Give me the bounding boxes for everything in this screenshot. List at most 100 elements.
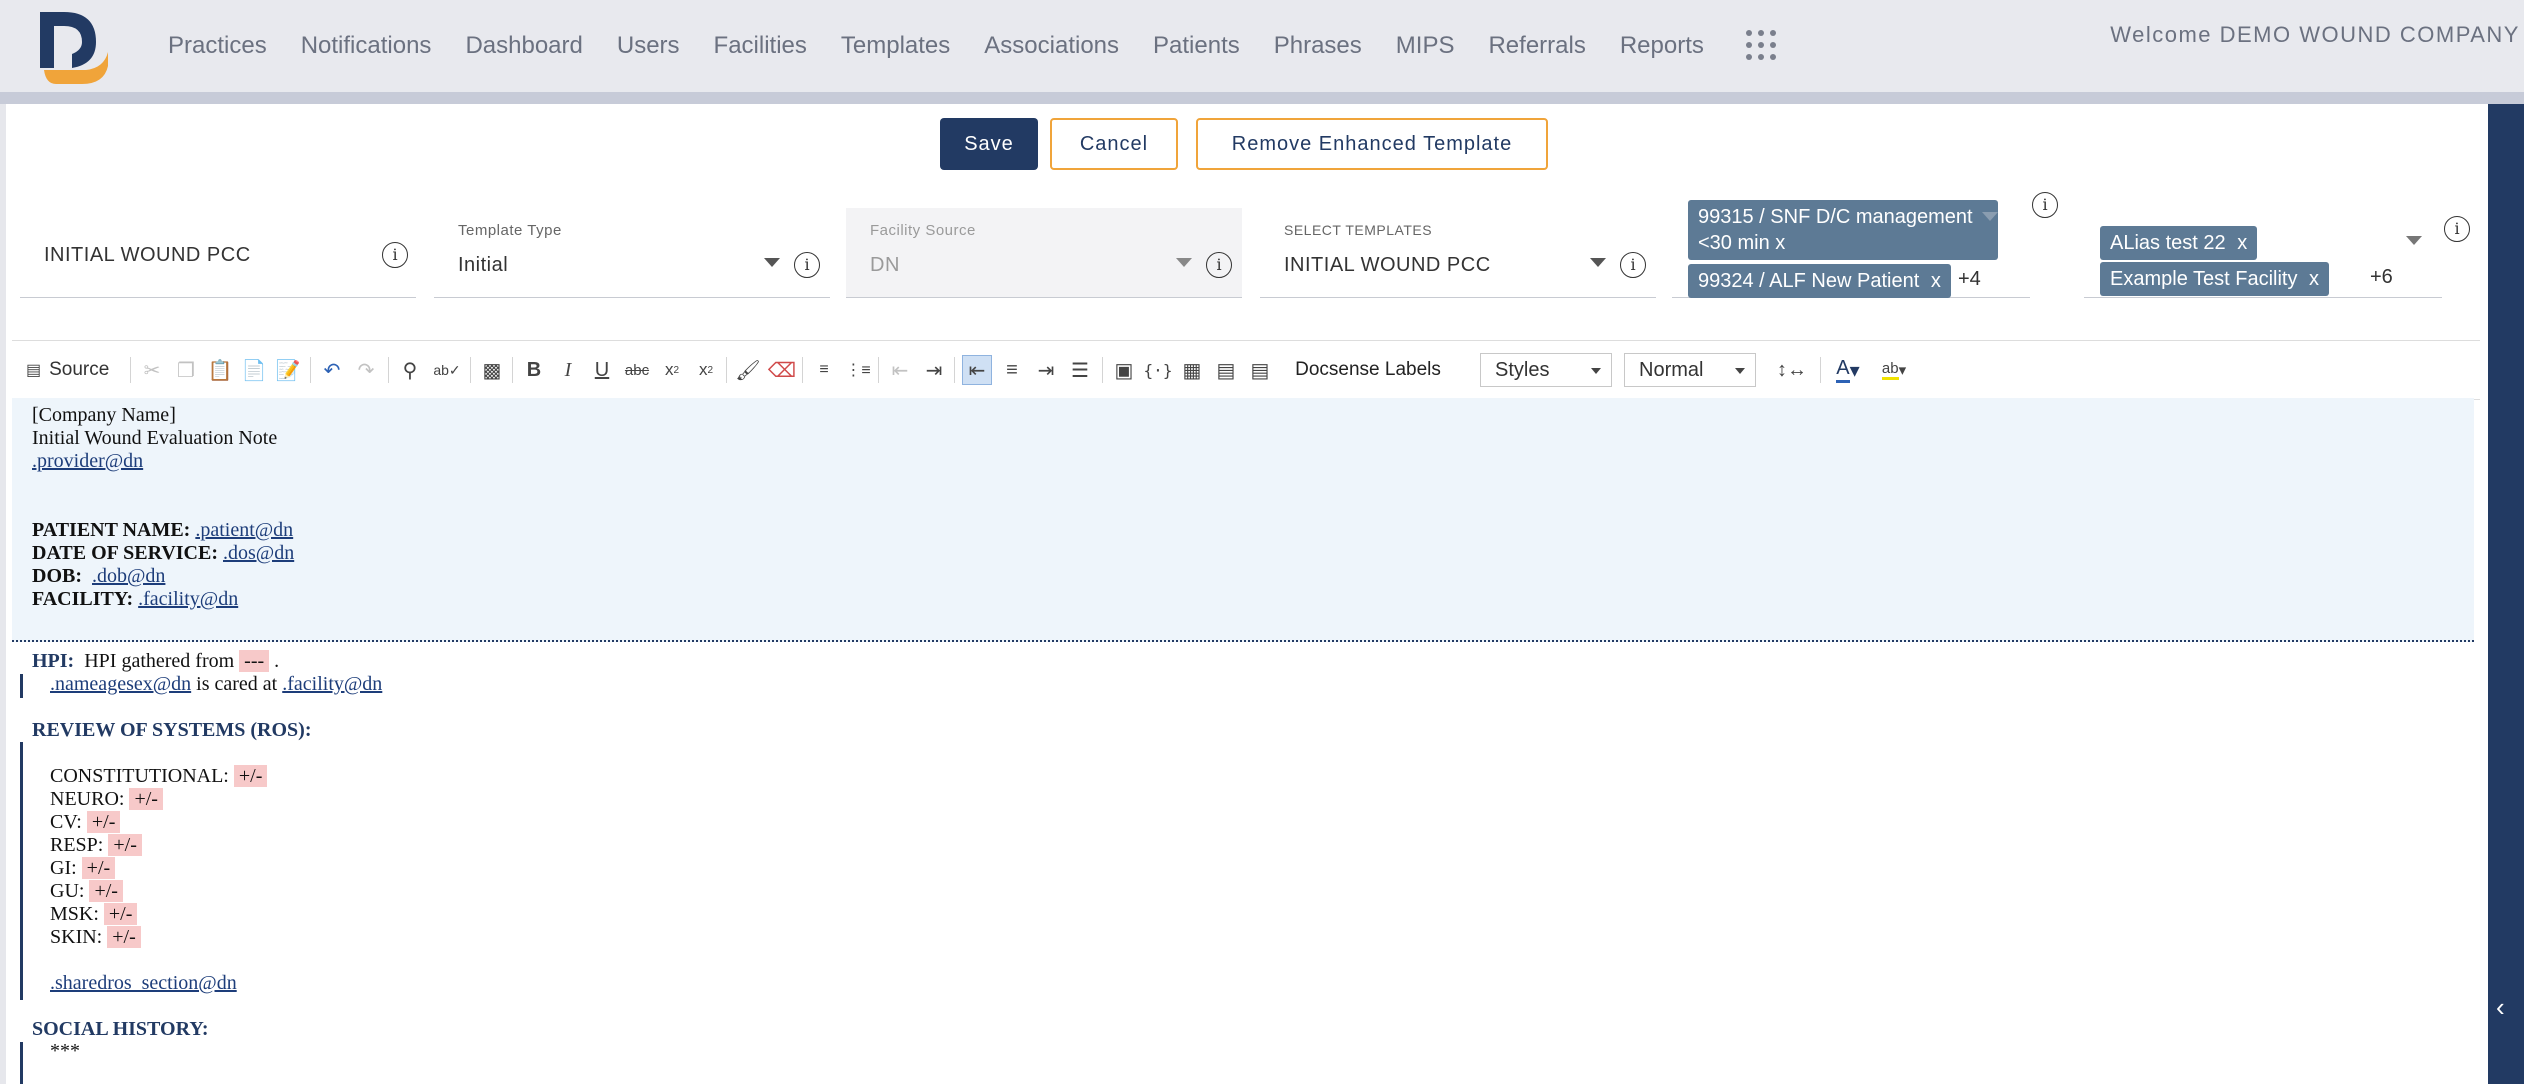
redo-icon[interactable]: ↷	[352, 355, 380, 385]
info-icon[interactable]: i	[794, 252, 820, 278]
chevron-left-icon[interactable]: ‹	[2496, 992, 2505, 1023]
info-icon[interactable]: i	[2032, 192, 2058, 218]
numbered-list-icon[interactable]: ≡	[810, 355, 838, 385]
dropdown-arrow-icon[interactable]	[1982, 212, 1998, 221]
undo-icon[interactable]: ↶	[318, 355, 346, 385]
hpi-source-placeholder[interactable]: ---	[239, 650, 270, 672]
dropdown-arrow-icon[interactable]	[2406, 236, 2422, 245]
copy-icon[interactable]: ❐	[172, 355, 200, 385]
ros-value[interactable]: +/-	[86, 811, 121, 833]
ros-value[interactable]: +/-	[129, 788, 163, 810]
info-icon[interactable]: i	[1206, 252, 1232, 278]
placeholder-icon[interactable]: {·}	[1144, 355, 1173, 385]
nameagesex-field[interactable]: .nameagesex@dn	[50, 673, 191, 695]
template-name-field[interactable]: INITIAL WOUND PCC i	[20, 208, 416, 298]
styles-dropdown[interactable]: Styles	[1480, 353, 1612, 387]
underline-icon[interactable]: U	[588, 355, 616, 385]
dos-field[interactable]: .dos@dn	[223, 542, 294, 564]
provider-field[interactable]: .provider@dn	[32, 450, 143, 473]
cut-icon[interactable]: ✂	[138, 355, 166, 385]
facility-more-count[interactable]: +6	[2370, 266, 2393, 289]
format-dropdown[interactable]: Normal	[1624, 353, 1756, 387]
cancel-button[interactable]: Cancel	[1050, 118, 1178, 170]
docsense-labels-button[interactable]: Docsense Labels	[1288, 355, 1448, 385]
ros-value[interactable]: +/-	[81, 857, 116, 879]
text-color-icon[interactable]: A ▾	[1828, 355, 1868, 385]
apps-grid-icon[interactable]	[1746, 30, 1776, 60]
nav-facilities[interactable]: Facilities	[714, 30, 807, 62]
info-icon[interactable]: i	[2444, 216, 2470, 242]
chip-remove-icon[interactable]: x	[2309, 268, 2319, 290]
image-icon[interactable]: ▣	[1110, 355, 1138, 385]
facility-chip[interactable]: ALias test 22 x	[2100, 226, 2258, 260]
facility-source-select[interactable]: Facility Source DN i	[846, 208, 1242, 298]
dropdown-arrow-icon[interactable]	[764, 258, 780, 267]
info-icon[interactable]: i	[1620, 252, 1646, 278]
remove-format-icon[interactable]: ⌫	[768, 355, 796, 385]
dropdown-arrow-icon[interactable]	[1590, 258, 1606, 267]
cpt-more-count[interactable]: +4	[1958, 268, 1981, 291]
facility-field[interactable]: .facility@dn	[138, 588, 238, 610]
ros-value[interactable]: +/-	[233, 765, 268, 787]
spellcheck-icon[interactable]: ab✓	[430, 355, 464, 385]
nav-practices[interactable]: Practices	[168, 30, 267, 62]
copy-formatting-icon[interactable]: 🖌	[734, 355, 762, 385]
table-icon[interactable]: ▦	[1178, 355, 1206, 385]
superscript-icon[interactable]: x2	[692, 355, 720, 385]
chip-remove-icon[interactable]: x	[1775, 232, 1785, 254]
ros-value[interactable]: +/-	[103, 903, 138, 925]
nav-mips[interactable]: MIPS	[1396, 30, 1455, 62]
company-logo[interactable]	[34, 8, 110, 84]
facility-field-2[interactable]: .facility@dn	[282, 673, 382, 695]
find-icon[interactable]: ⚲	[396, 355, 424, 385]
select-all-icon[interactable]: ▩	[478, 355, 506, 385]
justify-icon[interactable]: ☰	[1066, 355, 1094, 385]
line-height-icon[interactable]: ↕↔	[1772, 355, 1812, 385]
outdent-icon[interactable]: ⇤	[886, 355, 914, 385]
align-left-icon[interactable]: ⇤	[962, 355, 992, 385]
ros-value[interactable]: +/-	[89, 880, 123, 902]
editor-content[interactable]: [Company Name] Initial Wound Evaluation …	[12, 398, 2480, 1084]
template-block-icon[interactable]: ▤	[1212, 355, 1240, 385]
nav-notifications[interactable]: Notifications	[301, 30, 432, 62]
nav-patients[interactable]: Patients	[1153, 30, 1240, 62]
cpt-codes-multiselect[interactable]: 99315 / SNF D/C management <30 min x 993…	[1672, 194, 2030, 298]
cpt-chip[interactable]: 99324 / ALF New Patient x	[1688, 264, 1951, 298]
dob-field[interactable]: .dob@dn	[92, 565, 165, 587]
ros-value[interactable]: +/-	[107, 926, 141, 948]
nav-users[interactable]: Users	[617, 30, 680, 62]
save-button[interactable]: Save	[940, 118, 1038, 170]
patient-field[interactable]: .patient@dn	[195, 519, 293, 541]
italic-icon[interactable]: I	[554, 355, 582, 385]
paste-icon[interactable]: 📋	[206, 355, 234, 385]
remove-enhanced-template-button[interactable]: Remove Enhanced Template	[1196, 118, 1548, 170]
ros-value[interactable]: +/-	[108, 834, 142, 856]
strikethrough-icon[interactable]: abc	[622, 355, 652, 385]
side-panel-toggle[interactable]: ‹	[2488, 104, 2524, 1084]
indent-icon[interactable]: ⇥	[920, 355, 948, 385]
source-button[interactable]: ▤ Source	[26, 355, 122, 385]
chip-remove-icon[interactable]: x	[2237, 232, 2247, 254]
subscript-icon[interactable]: x2	[658, 355, 686, 385]
align-center-icon[interactable]: ≡	[998, 355, 1026, 385]
facility-chip[interactable]: Example Test Facility x	[2100, 262, 2330, 296]
paste-text-icon[interactable]: 📄	[240, 355, 268, 385]
select-templates-select[interactable]: SELECT TEMPLATES INITIAL WOUND PCC i	[1260, 208, 1656, 298]
sharedros-field[interactable]: .sharedros_section@dn	[50, 972, 237, 995]
template-block-2-icon[interactable]: ▤	[1246, 355, 1274, 385]
template-type-select[interactable]: Template Type Initial i	[434, 208, 830, 298]
nav-templates[interactable]: Templates	[841, 30, 950, 62]
nav-dashboard[interactable]: Dashboard	[465, 30, 582, 62]
align-right-icon[interactable]: ⇥	[1032, 355, 1060, 385]
chip-remove-icon[interactable]: x	[1931, 270, 1941, 292]
dropdown-arrow-icon[interactable]	[1176, 258, 1192, 267]
nav-referrals[interactable]: Referrals	[1488, 30, 1585, 62]
nav-phrases[interactable]: Phrases	[1274, 30, 1362, 62]
bold-icon[interactable]: B	[520, 355, 548, 385]
background-color-icon[interactable]: ab ▾	[1874, 355, 1914, 385]
info-icon[interactable]: i	[382, 242, 408, 268]
paste-word-icon[interactable]: 📝	[274, 355, 302, 385]
cpt-chip[interactable]: 99315 / SNF D/C management <30 min x	[1688, 200, 1998, 260]
nav-associations[interactable]: Associations	[984, 30, 1119, 62]
nav-reports[interactable]: Reports	[1620, 30, 1704, 62]
